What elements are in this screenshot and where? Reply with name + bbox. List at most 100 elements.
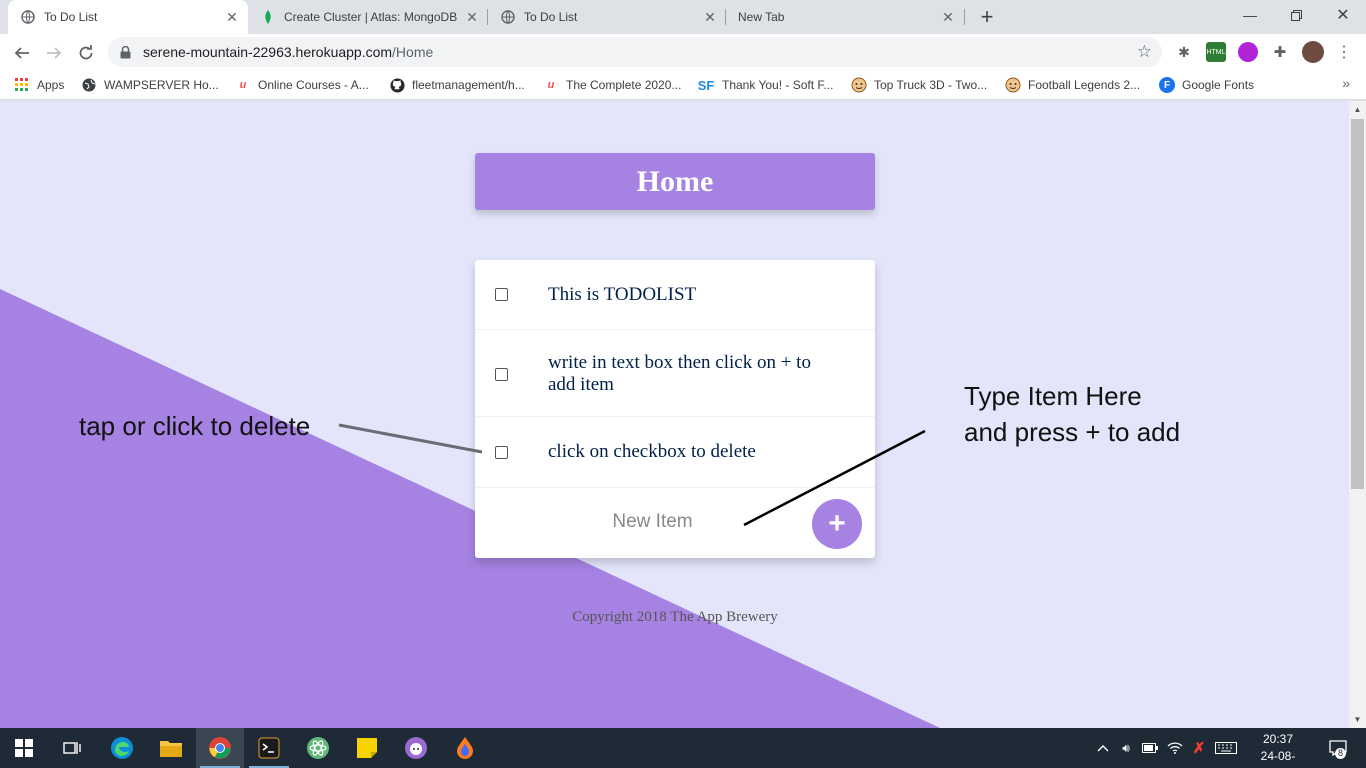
bookmark-complete-2020[interactable]: u The Complete 2020... [543, 76, 682, 94]
item-checkbox[interactable] [495, 288, 508, 301]
annotation-add-hint-line2: and press + to add [964, 417, 1181, 447]
bookmark-label: Football Legends 2... [1028, 78, 1141, 92]
bookmark-football-legends[interactable]: Football Legends 2... [1005, 76, 1140, 94]
github-icon [389, 77, 405, 93]
address-bar[interactable]: serene-mountain-22963.herokuapp.com/Home… [108, 37, 1162, 67]
annotation-add-hint: Type Item Here and press + to add [964, 378, 1180, 450]
close-icon[interactable]: ✕ [940, 9, 956, 25]
battery-icon[interactable] [1140, 728, 1160, 768]
bookmark-label: Google Fonts [1182, 78, 1255, 92]
scroll-down-arrow-icon[interactable]: ▼ [1349, 711, 1366, 728]
windows-taskbar: 🔊︎ ✗ 20:37 24-08-2020 8 [0, 728, 1366, 768]
game-face-icon [851, 77, 867, 93]
html-extension-icon[interactable]: HTML [1206, 42, 1226, 62]
back-arrow-icon[interactable] [8, 39, 36, 67]
task-view-icon[interactable] [48, 728, 96, 768]
clock-date: 24-08-2020 [1260, 749, 1296, 768]
close-icon[interactable]: ✕ [464, 9, 480, 25]
annotation-delete-hint: tap or click to delete [79, 411, 311, 441]
show-hidden-icons-icon[interactable] [1094, 728, 1112, 768]
item-checkbox[interactable] [495, 445, 508, 459]
bookmark-label: Thank You! - Soft F... [722, 78, 834, 92]
mongodb-leaf-icon [260, 9, 276, 25]
bookmarks-overflow-icon[interactable]: » [1342, 75, 1350, 91]
tab-to-do-list[interactable]: To Do List ✕ [8, 0, 248, 34]
sticky-notes-icon[interactable] [343, 728, 391, 768]
heading-box: Home [475, 153, 875, 210]
volume-icon[interactable]: 🔊︎ [1116, 728, 1136, 768]
bookmark-wampserver[interactable]: WAMPSERVER Ho... [81, 76, 219, 94]
restore-icon[interactable] [1273, 0, 1319, 30]
bookmark-label: Apps [37, 78, 65, 92]
bookmark-apps[interactable]: Apps [14, 76, 64, 94]
browser-tab-strip: To Do List ✕ Create Cluster | Atlas: Mon… [0, 0, 1366, 34]
close-icon[interactable]: ✕ [224, 9, 240, 25]
tab-title: To Do List [44, 10, 98, 24]
notification-count-badge: 8 [1335, 748, 1347, 759]
bookmark-thank-you[interactable]: SF Thank You! - Soft F... [697, 76, 834, 94]
item-checkbox[interactable] [495, 367, 508, 381]
antivirus-icon[interactable]: ✗ [1188, 728, 1210, 768]
github-desktop-icon[interactable] [392, 728, 440, 768]
bookmark-label: WAMPSERVER Ho... [104, 78, 219, 92]
add-item-button[interactable]: + [812, 499, 862, 549]
annotation-add-hint-line1: Type Item Here [964, 381, 1142, 411]
edge-browser-icon[interactable] [98, 728, 146, 768]
tab-separator [964, 9, 965, 25]
bookmarks-bar: Apps WAMPSERVER Ho... u Online Courses -… [0, 70, 1366, 100]
profile-avatar[interactable] [1302, 41, 1324, 63]
bookmark-label: Online Courses - A... [258, 78, 369, 92]
bookmark-google-fonts[interactable]: F Google Fonts [1159, 76, 1254, 94]
bookmark-top-truck[interactable]: Top Truck 3D - Two... [851, 76, 987, 94]
tab-mongodb-atlas[interactable]: Create Cluster | Atlas: MongoDB ✕ [248, 0, 488, 34]
window-close-icon[interactable]: ✕ [1320, 0, 1366, 30]
page-scrollbar[interactable]: ▲ ▼ [1349, 101, 1366, 728]
globe-icon [81, 77, 97, 93]
minimize-icon[interactable]: — [1227, 0, 1273, 30]
globe-icon [20, 9, 36, 25]
paint-drop-icon[interactable] [441, 728, 489, 768]
file-explorer-icon[interactable] [147, 728, 195, 768]
sf-icon: SF [697, 77, 715, 93]
chrome-taskbar-icon[interactable] [196, 728, 244, 768]
new-item-form: New Item + [475, 488, 875, 558]
browser-toolbar: serene-mountain-22963.herokuapp.com/Home… [0, 34, 1366, 70]
bookmark-label: The Complete 2020... [566, 78, 682, 92]
forward-arrow-icon[interactable] [40, 39, 68, 67]
close-icon[interactable]: ✕ [702, 9, 718, 25]
page-viewport: Home This is TODOLIST write in text box … [0, 101, 1349, 728]
tab-to-do-list-2[interactable]: To Do List ✕ [488, 0, 726, 34]
scroll-up-arrow-icon[interactable]: ▲ [1349, 101, 1366, 118]
udemy-icon: u [547, 79, 555, 91]
list-item: write in text box then click on + to add… [475, 330, 875, 417]
item-text: write in text box then click on + to add… [548, 352, 811, 395]
terminal-icon[interactable] [245, 728, 293, 768]
tab-title: Create Cluster | Atlas: MongoDB [284, 10, 458, 24]
windows-start-icon[interactable] [0, 728, 48, 768]
bug-extension-icon[interactable]: ✱ [1174, 42, 1194, 62]
atom-editor-icon[interactable] [294, 728, 342, 768]
taskbar-clock[interactable]: 20:37 24-08-2020 [1248, 731, 1308, 768]
bookmark-online-courses[interactable]: u Online Courses - A... [235, 76, 369, 94]
notifications-icon[interactable]: 8 [1318, 728, 1358, 768]
reload-icon[interactable] [72, 39, 100, 67]
bookmark-fleetmanagement[interactable]: fleetmanagement/h... [389, 76, 525, 94]
scrollbar-thumb[interactable] [1351, 119, 1364, 489]
page-title: Home [636, 164, 714, 198]
new-tab-button[interactable]: + [975, 4, 999, 29]
keyboard-icon[interactable] [1212, 728, 1240, 768]
menu-dots-icon[interactable]: ⋮ [1334, 42, 1354, 62]
wifi-icon[interactable] [1164, 728, 1186, 768]
new-item-input[interactable]: New Item [515, 502, 790, 542]
item-text: click on checkbox to delete [548, 441, 756, 462]
extensions-puzzle-icon[interactable]: ✚ [1270, 42, 1290, 62]
todo-list-card: This is TODOLIST write in text box then … [475, 260, 875, 558]
bookmark-label: fleetmanagement/h... [412, 78, 525, 92]
clock-time: 20:37 [1262, 732, 1294, 746]
globe-icon [500, 9, 516, 25]
tab-new-tab[interactable]: New Tab ✕ [726, 0, 964, 34]
udemy-icon: u [239, 79, 247, 91]
color-picker-extension-icon[interactable] [1238, 42, 1258, 62]
bookmark-star-icon[interactable]: ☆ [1137, 42, 1152, 62]
item-text: This is TODOLIST [548, 283, 697, 305]
